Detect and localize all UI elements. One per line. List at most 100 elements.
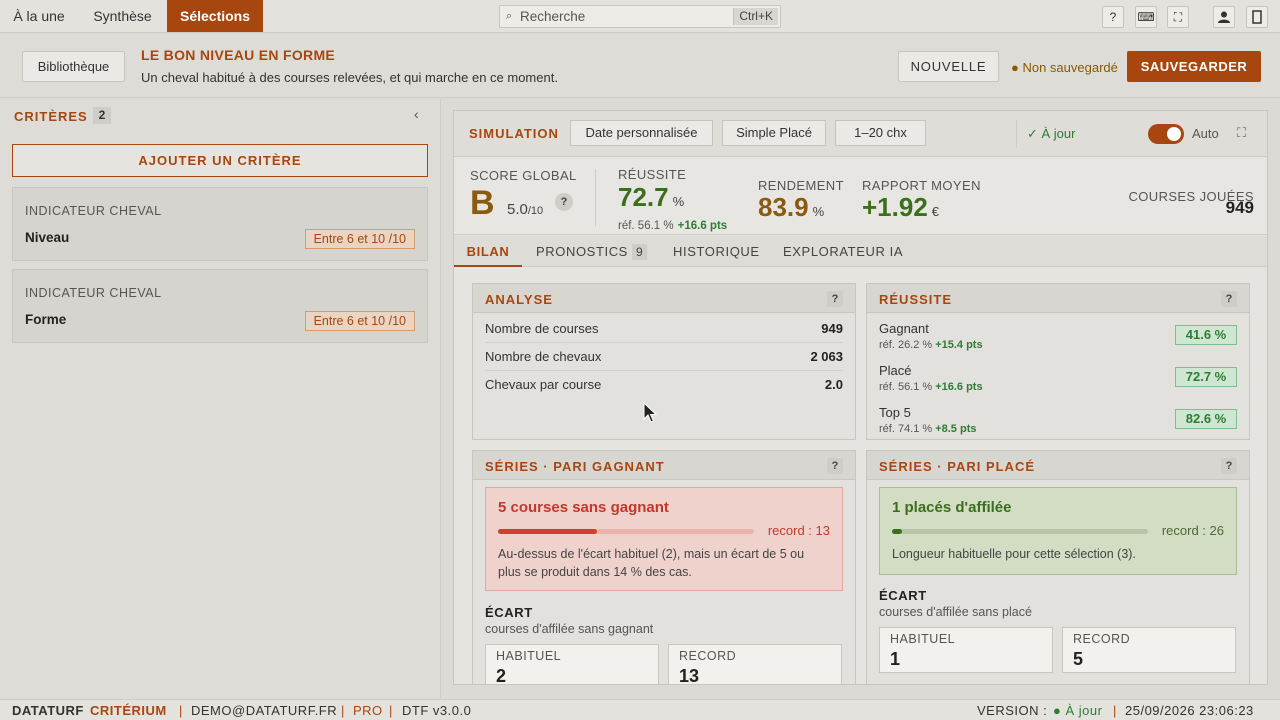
runners-filter-button[interactable]: 1–20 chx bbox=[835, 120, 926, 146]
tab-explorateur-ia[interactable]: EXPLORATEUR IA bbox=[783, 236, 903, 267]
date-filter-button[interactable]: Date personnalisée bbox=[570, 120, 713, 146]
panel-title: SÉRIES · PARI PLACÉ bbox=[879, 459, 1036, 474]
separator: | bbox=[341, 703, 345, 718]
criteria-sidebar: CRITÈRES 2 ‹ AJOUTER UN CRITÈRE INDICATE… bbox=[0, 99, 441, 698]
expand-icon[interactable]: ⛶ bbox=[1237, 125, 1246, 141]
top-nav-bar: À la une Synthèse Sélections ⌕ Recherche… bbox=[0, 0, 1280, 33]
fullscreen-icon[interactable]: ⛶ bbox=[1167, 6, 1189, 28]
reussite-label: RÉUSSITE bbox=[618, 167, 687, 182]
separator: | bbox=[389, 703, 393, 718]
plan-badge: PRO bbox=[353, 703, 383, 718]
score-help-icon[interactable]: ? bbox=[555, 193, 573, 211]
help-icon[interactable]: ? bbox=[827, 458, 843, 474]
tab-selections[interactable]: Sélections bbox=[167, 0, 263, 32]
tab-bilan[interactable]: BILAN bbox=[454, 236, 522, 267]
mouse-cursor-icon bbox=[643, 402, 657, 423]
alert-title: 1 placés d'affilée bbox=[892, 499, 1012, 516]
panel-title: SÉRIES · PARI GAGNANT bbox=[485, 459, 665, 474]
user-email[interactable]: DEMO@DATATURF.FR bbox=[191, 703, 337, 718]
tab-synthese[interactable]: Synthèse bbox=[78, 0, 167, 32]
search-input[interactable]: ⌕ Recherche Ctrl+K bbox=[499, 5, 781, 28]
pronostics-count-badge: 9 bbox=[631, 244, 648, 260]
collapse-sidebar-icon[interactable]: ‹ bbox=[414, 106, 419, 122]
tab-historique[interactable]: HISTORIQUE bbox=[673, 236, 760, 267]
habituel-box: HABITUEL 2 bbox=[485, 644, 659, 684]
simulation-status: ✓ À jour bbox=[1027, 126, 1076, 141]
alert-record: record : 26 bbox=[1161, 523, 1224, 538]
add-criterion-button[interactable]: AJOUTER UN CRITÈRE bbox=[12, 144, 428, 177]
row-ref-text: réf. 56.1 % bbox=[879, 381, 933, 393]
save-button[interactable]: SAUVEGARDER bbox=[1127, 51, 1261, 82]
criterion-name: Forme bbox=[25, 312, 67, 327]
row-delta: +15.4 pts bbox=[935, 339, 983, 351]
row-label: Nombre de courses bbox=[485, 321, 599, 336]
panel-header: SÉRIES · PARI PLACÉ ? bbox=[867, 451, 1249, 480]
divider bbox=[1016, 120, 1017, 148]
auto-toggle[interactable] bbox=[1148, 124, 1184, 144]
box-value: 1 bbox=[890, 649, 901, 669]
selection-header: Bibliothèque LE BON NIVEAU EN FORME Un c… bbox=[0, 34, 1280, 98]
score-global-label: SCORE GLOBAL bbox=[470, 168, 577, 183]
brand-product: CRITÉRIUM bbox=[90, 703, 167, 718]
tab-pronostics[interactable]: PRONOSTICS 9 bbox=[536, 236, 648, 267]
app-version: DTF v3.0.0 bbox=[402, 703, 472, 718]
rapport-label: RAPPORT MOYEN bbox=[862, 178, 981, 193]
row-percent-badge: 72.7 % bbox=[1175, 367, 1237, 387]
record-box: RECORD 13 bbox=[668, 644, 842, 684]
separator: | bbox=[179, 703, 183, 718]
score-value: 5.0/10 bbox=[507, 201, 543, 218]
courses-value: 949 bbox=[1225, 198, 1254, 217]
auto-label: Auto bbox=[1192, 126, 1219, 141]
search-placeholder: Recherche bbox=[520, 9, 586, 24]
help-icon[interactable]: ? bbox=[1221, 458, 1237, 474]
version-status: ● À jour bbox=[1053, 703, 1103, 718]
ecart-label: ÉCART bbox=[485, 605, 533, 620]
scores-strip: SCORE GLOBAL B 5.0/10 ? RÉUSSITE 72.7% r… bbox=[454, 158, 1267, 235]
panel-title: RÉUSSITE bbox=[879, 292, 953, 307]
row-ref-text: réf. 26.2 % bbox=[879, 339, 933, 351]
panel-icon[interactable] bbox=[1246, 6, 1268, 28]
row-label: Nombre de chevaux bbox=[485, 349, 602, 364]
result-tabs: BILAN PRONOSTICS 9 HISTORIQUE EXPLORATEUR… bbox=[454, 236, 1267, 267]
criterion-range[interactable]: Entre 6 et 10 /10 bbox=[304, 311, 415, 331]
divider bbox=[595, 169, 596, 226]
criterion-range[interactable]: Entre 6 et 10 /10 bbox=[304, 229, 415, 249]
help-icon[interactable]: ? bbox=[827, 291, 843, 307]
help-icon[interactable]: ? bbox=[1102, 6, 1124, 28]
alert-text: Longueur habituelle pour cette sélection… bbox=[892, 547, 1136, 561]
row-value: 2.0 bbox=[824, 377, 843, 392]
score-number: 5.0 bbox=[507, 201, 528, 218]
library-button[interactable]: Bibliothèque bbox=[22, 51, 125, 82]
tab-pronostics-label: PRONOSTICS bbox=[536, 244, 628, 259]
score-max: /10 bbox=[527, 205, 544, 217]
search-icon: ⌕ bbox=[506, 10, 513, 22]
simulation-bar: SIMULATION Date personnalisée Simple Pla… bbox=[454, 111, 1267, 157]
new-button[interactable]: NOUVELLE bbox=[898, 51, 999, 82]
user-icon[interactable] bbox=[1213, 6, 1235, 28]
selection-title[interactable]: LE BON NIVEAU EN FORME bbox=[141, 47, 335, 63]
streak-progress-fill bbox=[892, 529, 902, 534]
selection-description[interactable]: Un cheval habitué à des courses relevées… bbox=[141, 70, 558, 85]
row-label: Placé bbox=[879, 363, 912, 378]
row-percent-badge: 82.6 % bbox=[1175, 409, 1237, 429]
criterion-card[interactable]: INDICATEUR CHEVAL Niveau Entre 6 et 10 /… bbox=[12, 187, 428, 261]
help-icon[interactable]: ? bbox=[1221, 291, 1237, 307]
criterion-category: INDICATEUR CHEVAL bbox=[25, 286, 162, 300]
row-value: 2 063 bbox=[810, 349, 843, 364]
score-grade: B bbox=[470, 184, 495, 222]
rendement-unit: % bbox=[812, 204, 825, 219]
reussite-row: Gagnant réf. 26.2 % +15.4 pts 41.6 % bbox=[879, 319, 1237, 361]
streak-progress-fill bbox=[498, 529, 597, 534]
box-label: RECORD bbox=[1073, 632, 1131, 646]
tab-a-la-une[interactable]: À la une bbox=[0, 0, 78, 32]
bet-type-button[interactable]: Simple Placé bbox=[722, 120, 826, 146]
row-delta: +8.5 pts bbox=[935, 423, 977, 435]
row-ref: réf. 26.2 % +15.4 pts bbox=[879, 339, 983, 351]
criterion-card[interactable]: INDICATEUR CHEVAL Forme Entre 6 et 10 /1… bbox=[12, 269, 428, 343]
reussite-unit: % bbox=[672, 194, 685, 209]
keyboard-icon[interactable]: ⌨ bbox=[1135, 6, 1157, 28]
row-ref: réf. 74.1 % +8.5 pts bbox=[879, 423, 976, 435]
separator: | bbox=[1113, 703, 1117, 718]
unsaved-status: ● Non sauvegardé bbox=[1011, 60, 1118, 75]
row-delta: +16.6 pts bbox=[935, 381, 983, 393]
